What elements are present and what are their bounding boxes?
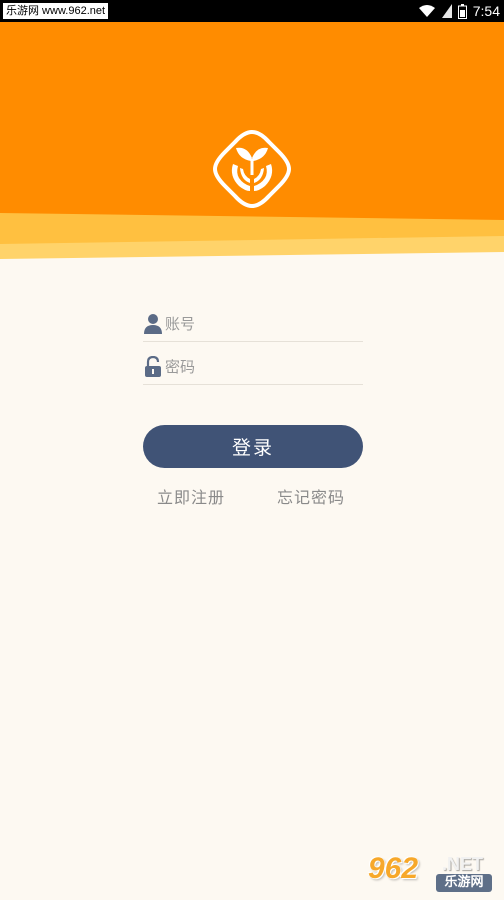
watermark-cn: 乐游网 xyxy=(436,874,492,892)
password-field xyxy=(143,348,363,385)
site-watermark: 962 .NET 乐游网 xyxy=(364,850,498,898)
status-bar: 乐游网 www.962.net 7:54 xyxy=(0,0,504,22)
forgot-password-link[interactable]: 忘记密码 xyxy=(277,484,345,508)
account-field xyxy=(143,305,363,342)
status-time: 7:54 xyxy=(472,3,500,19)
battery-icon xyxy=(457,3,467,19)
watermark-number: 962 xyxy=(368,852,419,885)
register-link[interactable]: 立即注册 xyxy=(157,484,225,508)
account-input[interactable] xyxy=(165,309,361,339)
header-banner xyxy=(0,22,504,272)
watermark-net: .NET xyxy=(442,854,484,874)
login-button[interactable]: 登录 xyxy=(143,425,363,468)
seedling-in-hands-logo xyxy=(213,130,291,208)
wifi-icon xyxy=(418,5,435,17)
status-icons: 7:54 xyxy=(418,0,500,22)
lock-icon xyxy=(145,356,161,377)
user-icon xyxy=(144,314,162,334)
watermark-label: 乐游网 www.962.net xyxy=(3,3,109,19)
signal-icon xyxy=(441,4,452,18)
password-input[interactable] xyxy=(165,352,361,382)
